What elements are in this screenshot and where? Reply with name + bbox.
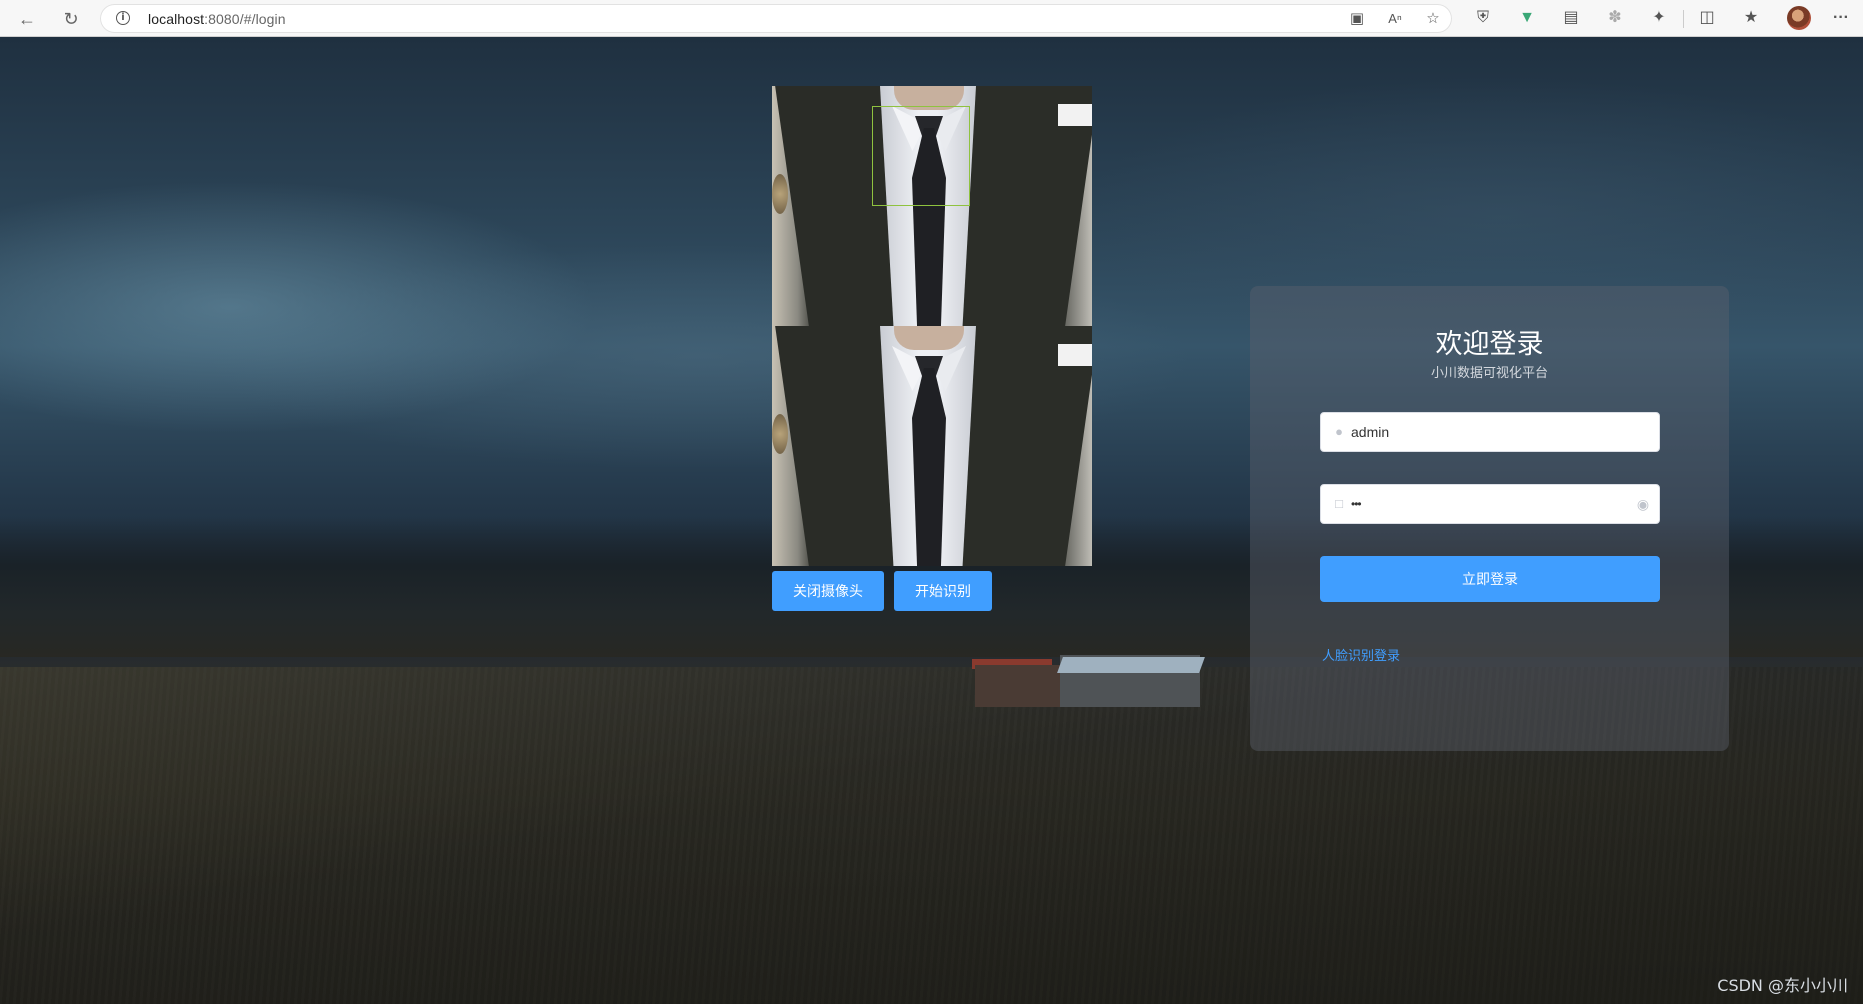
shield-extension-icon[interactable]: ⛨	[1472, 7, 1494, 29]
url-port: :8080	[204, 11, 240, 27]
vue-devtools-icon[interactable]: ▼	[1516, 7, 1538, 29]
url-path: /#/login	[239, 11, 286, 27]
csdn-watermark: CSDN @东小小川	[1717, 976, 1848, 995]
user-icon: ●	[1335, 424, 1343, 439]
password-value[interactable]: •••	[1351, 485, 1631, 523]
extensions-icon[interactable]: ✦	[1648, 7, 1670, 29]
login-card: 欢迎登录 小川数据可视化平台 ● admin □ ••• ◉ 立即登录 人脸识别…	[1250, 286, 1729, 751]
url-text[interactable]: localhost:8080/#/login	[148, 11, 286, 27]
password-field[interactable]: □ ••• ◉	[1320, 484, 1660, 524]
show-password-icon[interactable]: ◉	[1635, 496, 1651, 512]
back-icon[interactable]: ←	[14, 6, 40, 32]
camera-video-feed	[772, 86, 1092, 326]
refresh-icon[interactable]: ↻	[58, 6, 84, 32]
start-recognition-button[interactable]: 开始识别	[894, 571, 992, 611]
favorite-add-icon[interactable]: ☆	[1422, 8, 1444, 30]
close-camera-button[interactable]: 关闭摄像头	[772, 571, 884, 611]
farmhouse-roof	[1057, 657, 1205, 673]
address-bar[interactable]: i localhost:8080/#/login ▣ Aⁿ ☆	[100, 4, 1452, 33]
info-icon[interactable]: i	[116, 11, 130, 25]
camera-icon[interactable]: ▣	[1346, 8, 1368, 30]
login-subtitle: 小川数据可视化平台	[1430, 366, 1548, 381]
username-field[interactable]: ● admin	[1320, 412, 1660, 452]
login-title: 欢迎登录	[1435, 329, 1544, 360]
captured-snapshot	[772, 326, 1092, 566]
browser-toolbar: ← ↻ i localhost:8080/#/login ▣ Aⁿ ☆ ⛨ ▼ …	[0, 0, 1863, 37]
more-icon[interactable]: ···	[1830, 7, 1852, 29]
extension-gray-icon[interactable]: ✽	[1604, 7, 1626, 29]
username-value[interactable]: admin	[1351, 413, 1631, 451]
split-screen-icon[interactable]: ◫	[1696, 7, 1718, 29]
lock-icon: □	[1335, 496, 1343, 511]
toolbar-divider	[1683, 10, 1684, 28]
read-aloud-icon[interactable]: Aⁿ	[1384, 8, 1406, 30]
profile-avatar[interactable]	[1787, 6, 1811, 30]
favorites-icon[interactable]: ★	[1740, 7, 1762, 29]
face-login-link[interactable]: 人脸识别登录	[1322, 645, 1400, 664]
face-detection-box	[872, 106, 970, 206]
collections-icon[interactable]: ▤	[1560, 7, 1582, 29]
login-button[interactable]: 立即登录	[1320, 556, 1660, 602]
url-host: localhost	[148, 11, 205, 27]
